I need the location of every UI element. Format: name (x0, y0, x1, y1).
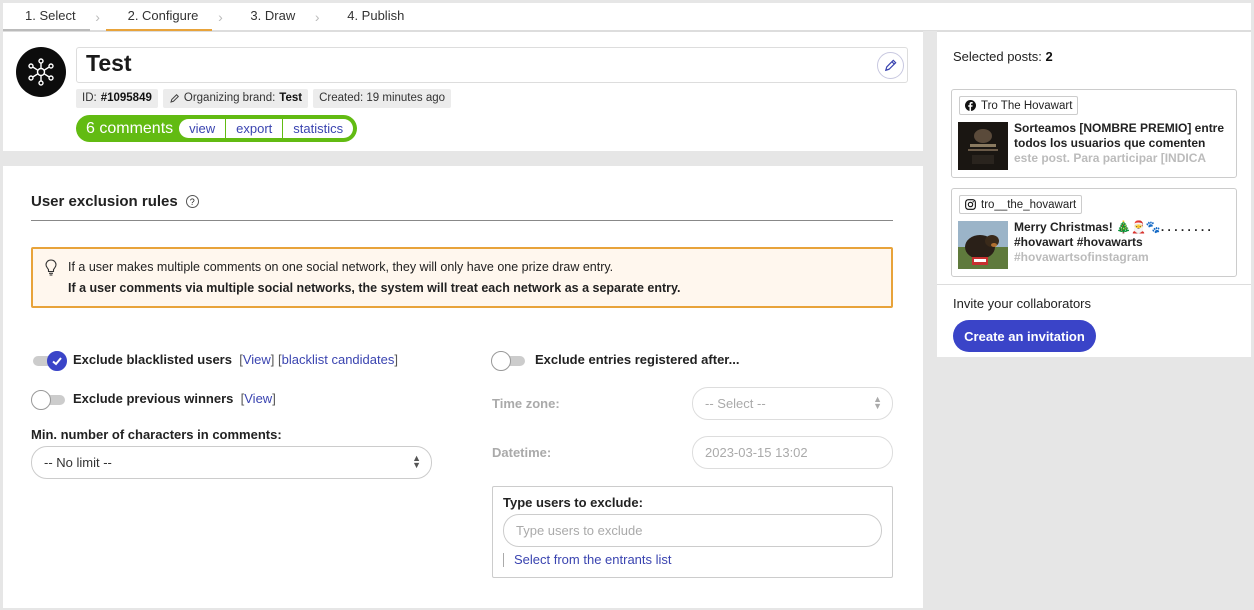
blacklist-candidates-link[interactable]: blacklist candidates (282, 352, 395, 367)
notice-text: If a user makes multiple comments on one… (68, 260, 614, 274)
post-thumbnail (958, 221, 1008, 269)
network-icon (28, 58, 54, 86)
chevron-right-icon: › (314, 8, 320, 25)
chevron-right-icon: › (95, 8, 100, 25)
blacklisted-toggle[interactable] (33, 351, 67, 371)
selected-posts-label: Selected posts: 2 (953, 49, 1053, 64)
title-field[interactable]: Test (76, 47, 908, 83)
min-chars-select[interactable]: -- No limit -- ▲ ▼ (31, 446, 432, 479)
edit-title-button[interactable] (877, 52, 904, 79)
pencil-icon (170, 93, 179, 103)
previous-winners-toggle[interactable] (31, 390, 65, 410)
selected-posts-panel: Selected posts: 2 Tro The Hovawart Sorte… (937, 31, 1251, 357)
draw-header: Test ID: #1095849 Organizing brand: Test C… (3, 31, 923, 151)
exclude-users-box: Type users to exclude: Type users to exc… (492, 486, 893, 578)
chevron-right-icon: › (218, 8, 223, 25)
create-invitation-button[interactable]: Create an invitation (953, 320, 1096, 352)
exclude-users-input[interactable]: Type users to exclude (503, 514, 882, 547)
draw-meta: ID: #1095849 Organizing brand: Test Create… (76, 89, 452, 108)
statistics-link[interactable]: statistics (283, 119, 353, 138)
section-title: User exclusion rules ? (31, 193, 199, 210)
draw-title: Test (86, 50, 132, 76)
view-blacklist-link[interactable]: View (243, 352, 271, 367)
select-arrows-icon: ▲ ▼ (873, 394, 882, 411)
step-publish[interactable]: 4. Publish (325, 3, 418, 31)
step-configure[interactable]: 2. Configure (105, 3, 213, 31)
pencil-icon (884, 59, 897, 72)
step-select[interactable]: 1. Select (3, 3, 90, 31)
export-comments-link[interactable]: export (226, 119, 284, 138)
registered-after-toggle[interactable] (491, 351, 525, 371)
main-panel: Test ID: #1095849 Organizing brand: Test C… (3, 31, 923, 608)
draw-id-badge: ID: #1095849 (76, 89, 158, 108)
section-divider (31, 220, 893, 221)
post-card[interactable]: tro__the_hovawart Merry Christmas! 🎄🎅🐾. … (951, 188, 1237, 277)
post-card[interactable]: Tro The Hovawart Sorteamos [NOMBRE PREMI… (951, 89, 1237, 178)
select-arrows-icon: ▲ ▼ (412, 453, 421, 470)
datetime-label: Datetime: (492, 445, 552, 460)
select-entrants-link[interactable]: Select from the entrants list (503, 553, 672, 567)
comments-bar: 6 comments view export statistics (76, 115, 358, 142)
panel-divider (937, 284, 1251, 285)
facebook-icon (965, 100, 976, 111)
post-thumbnail (958, 122, 1008, 170)
exclude-users-title: Type users to exclude: (503, 495, 643, 510)
post-text: Merry Christmas! 🎄🎅🐾. . . . . . . . #hov… (1014, 220, 1211, 264)
created-badge: Created: 19 minutes ago (313, 89, 452, 108)
info-notice: If a user makes multiple comments on one… (31, 247, 893, 308)
wizard-steps: 1. Select › 2. Configure › 3. Draw › 4. … (3, 3, 1251, 31)
comments-count: 6 comments (86, 119, 174, 137)
time-zone-label: Time zone: (492, 396, 560, 411)
invite-label: Invite your collaborators (953, 296, 1092, 311)
instagram-icon (965, 199, 976, 210)
check-icon (52, 357, 62, 366)
question-icon[interactable]: ? (185, 195, 199, 208)
lightbulb-icon (45, 259, 57, 276)
post-account: tro__the_hovawart (959, 195, 1083, 214)
post-account: Tro The Hovawart (959, 96, 1079, 115)
exclusion-rules-card: User exclusion rules ? If a user makes m… (3, 166, 923, 608)
min-chars-label: Min. number of characters in comments: (31, 427, 282, 442)
post-text: Sorteamos [NOMBRE PREMIO] entre todos lo… (1014, 121, 1225, 165)
blacklisted-rule: Exclude blacklisted users [View] [blackl… (73, 352, 398, 367)
brand-badge: Organizing brand: Test (162, 89, 309, 108)
step-draw[interactable]: 3. Draw (228, 3, 309, 31)
comments-actions: view export statistics (179, 119, 354, 138)
registered-after-rule: Exclude entries registered after... (535, 352, 740, 367)
time-zone-select[interactable]: -- Select -- ▲ ▼ (692, 387, 893, 420)
notice-text-bold: If a user comments via multiple social n… (68, 281, 681, 295)
datetime-input[interactable]: 2023-03-15 13:02 (692, 436, 893, 469)
view-winners-link[interactable]: View (244, 391, 272, 406)
previous-winners-rule: Exclude previous winners [View] (73, 391, 276, 406)
app-logo (16, 47, 66, 97)
view-comments-link[interactable]: view (179, 119, 227, 138)
